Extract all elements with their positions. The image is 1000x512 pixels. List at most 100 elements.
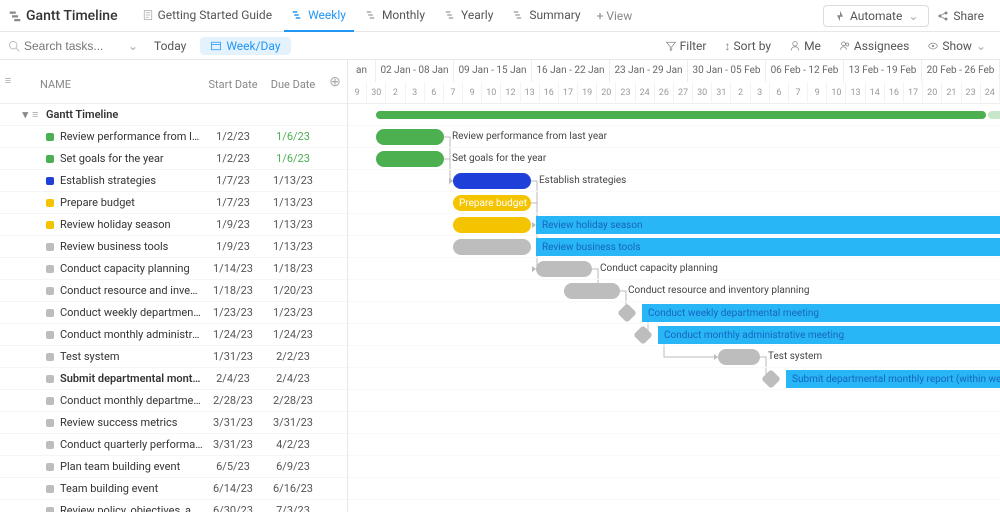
task-name: Conduct resource and inventory pl...: [60, 284, 203, 297]
col-due[interactable]: Due Date: [263, 60, 323, 103]
start-date: 1/7/23: [203, 174, 263, 187]
task-name: Submit departmental monthly re...: [60, 372, 203, 385]
table-row[interactable]: Conduct monthly departmental m...2/28/23…: [0, 390, 347, 412]
view-tabs: Getting Started GuideWeeklyMonthlyYearly…: [134, 0, 589, 32]
summary-name[interactable]: Gantt Timeline: [46, 108, 203, 121]
list-icon: ≡: [32, 108, 46, 121]
search-box[interactable]: ⌄: [8, 39, 138, 53]
task-bar[interactable]: [564, 283, 620, 299]
due-date: 1/6/23: [263, 130, 323, 143]
due-date: 1/23/23: [263, 306, 323, 319]
table-row[interactable]: Test system1/31/232/2/23: [0, 346, 347, 368]
show-button[interactable]: Show⌄: [921, 34, 992, 58]
add-column-button[interactable]: ⊕: [323, 60, 347, 103]
table-row[interactable]: Review success metrics3/31/233/31/23: [0, 412, 347, 434]
task-bar[interactable]: Prepare budget: [453, 195, 531, 211]
table-row[interactable]: Review business tools1/9/231/13/23: [0, 236, 347, 258]
table-row[interactable]: Establish strategies1/7/231/13/23: [0, 170, 347, 192]
start-date: 1/9/23: [203, 240, 263, 253]
week-header: an: [348, 60, 376, 82]
search-input[interactable]: [24, 39, 124, 53]
gantt-row: Conduct weekly departmental meeting: [348, 302, 1000, 324]
table-row[interactable]: Team building event6/14/236/16/23: [0, 478, 347, 500]
table-row[interactable]: Review policy, objectives, and busi...6/…: [0, 500, 347, 512]
table-row[interactable]: Review holiday season1/9/231/13/23: [0, 214, 347, 236]
task-bar[interactable]: [453, 217, 531, 233]
start-date: 1/24/23: [203, 328, 263, 341]
table-row[interactable]: Conduct capacity planning1/14/231/18/23: [0, 258, 347, 280]
due-date: 2/28/23: [263, 394, 323, 407]
page-title: Gantt Timeline: [26, 8, 118, 24]
summary-bar[interactable]: [376, 111, 986, 119]
start-date: 1/14/23: [203, 262, 263, 275]
milestone-marker[interactable]: [764, 371, 778, 385]
me-filter-button[interactable]: Me: [783, 34, 827, 58]
due-date: 2/4/23: [263, 372, 323, 385]
milestone-marker[interactable]: [636, 327, 650, 341]
task-bar[interactable]: [536, 261, 592, 277]
gantt-chart[interactable]: an02 Jan - 08 Jan09 Jan - 15 Jan16 Jan -…: [348, 60, 1000, 512]
sort-button[interactable]: ↕Sort by: [718, 34, 777, 58]
task-bar[interactable]: [376, 151, 444, 167]
table-row[interactable]: Conduct resource and inventory pl...1/18…: [0, 280, 347, 302]
table-row[interactable]: Review performance from last year1/2/231…: [0, 126, 347, 148]
due-date: 1/13/23: [263, 196, 323, 209]
gantt-row: Review holiday season: [348, 214, 1000, 236]
start-date: 2/28/23: [203, 394, 263, 407]
task-bar[interactable]: [376, 129, 444, 145]
task-bar-extension[interactable]: Conduct weekly departmental meeting: [642, 304, 1000, 322]
table-row[interactable]: Conduct quarterly performance m...3/31/2…: [0, 434, 347, 456]
table-row[interactable]: Prepare budget1/7/231/13/23: [0, 192, 347, 214]
col-start[interactable]: Start Date: [203, 60, 263, 103]
automate-button[interactable]: Automate ⌄: [823, 5, 929, 27]
due-date: 3/31/23: [263, 416, 323, 429]
task-bar-extension[interactable]: Review holiday season: [536, 216, 1000, 234]
task-bar[interactable]: [453, 173, 531, 189]
task-bar-extension[interactable]: Review business tools: [536, 238, 1000, 256]
table-row[interactable]: Conduct monthly administrative m...1/24/…: [0, 324, 347, 346]
task-bar-label: Conduct capacity planning: [600, 258, 718, 280]
col-name[interactable]: NAME: [16, 60, 203, 103]
add-view-button[interactable]: + View: [589, 9, 641, 23]
task-bar[interactable]: [718, 349, 760, 365]
task-name: Team building event: [60, 482, 158, 495]
gantt-row: [348, 500, 1000, 512]
tab-weekly[interactable]: Weekly: [284, 0, 354, 32]
due-date: 1/13/23: [263, 218, 323, 231]
assignees-button[interactable]: Assignees: [833, 34, 915, 58]
task-name: Conduct capacity planning: [60, 262, 190, 275]
due-date: 1/20/23: [263, 284, 323, 297]
tab-yearly[interactable]: Yearly: [437, 0, 501, 32]
filter-button[interactable]: Filter: [659, 34, 713, 58]
due-date: 7/3/23: [263, 504, 323, 512]
milestone-marker[interactable]: [620, 305, 634, 319]
week-header: 30 Jan - 05 Feb: [688, 60, 766, 82]
gantt-row: Submit departmental monthly report (with…: [348, 368, 1000, 390]
tab-monthly[interactable]: Monthly: [358, 0, 433, 32]
table-row[interactable]: Submit departmental monthly re...2/4/232…: [0, 368, 347, 390]
collapse-toggle[interactable]: ▾: [0, 108, 32, 121]
task-name: Test system: [60, 350, 120, 363]
tab-summary[interactable]: Summary: [505, 0, 588, 32]
gantt-row: Prepare budget: [348, 192, 1000, 214]
task-bar-extension[interactable]: Conduct monthly administrative meeting: [658, 326, 1000, 344]
task-name: Establish strategies: [60, 174, 156, 187]
table-row[interactable]: Set goals for the year1/2/231/6/23: [0, 148, 347, 170]
table-row[interactable]: Plan team building event6/5/236/9/23: [0, 456, 347, 478]
expand-all-icon[interactable]: ≡: [0, 60, 16, 103]
today-button[interactable]: Today: [146, 37, 194, 55]
zoom-mode-button[interactable]: Week/Day: [200, 37, 290, 55]
task-bar-extension[interactable]: Submit departmental monthly report (with…: [786, 370, 1000, 388]
start-date: 6/14/23: [203, 482, 263, 495]
grid-header: ≡ NAME Start Date Due Date ⊕: [0, 60, 347, 104]
gantt-row: Conduct capacity planning: [348, 258, 1000, 280]
task-name: Review policy, objectives, and busi...: [60, 504, 203, 512]
tab-getting-started-guide[interactable]: Getting Started Guide: [134, 0, 280, 32]
table-row[interactable]: Conduct weekly departmental me...1/23/23…: [0, 302, 347, 324]
task-name: Set goals for the year: [60, 152, 164, 165]
task-name: Review performance from last year: [60, 130, 203, 143]
start-date: 1/2/23: [203, 152, 263, 165]
share-button[interactable]: Share: [929, 4, 992, 28]
start-date: 3/31/23: [203, 438, 263, 451]
task-bar[interactable]: [453, 239, 531, 255]
